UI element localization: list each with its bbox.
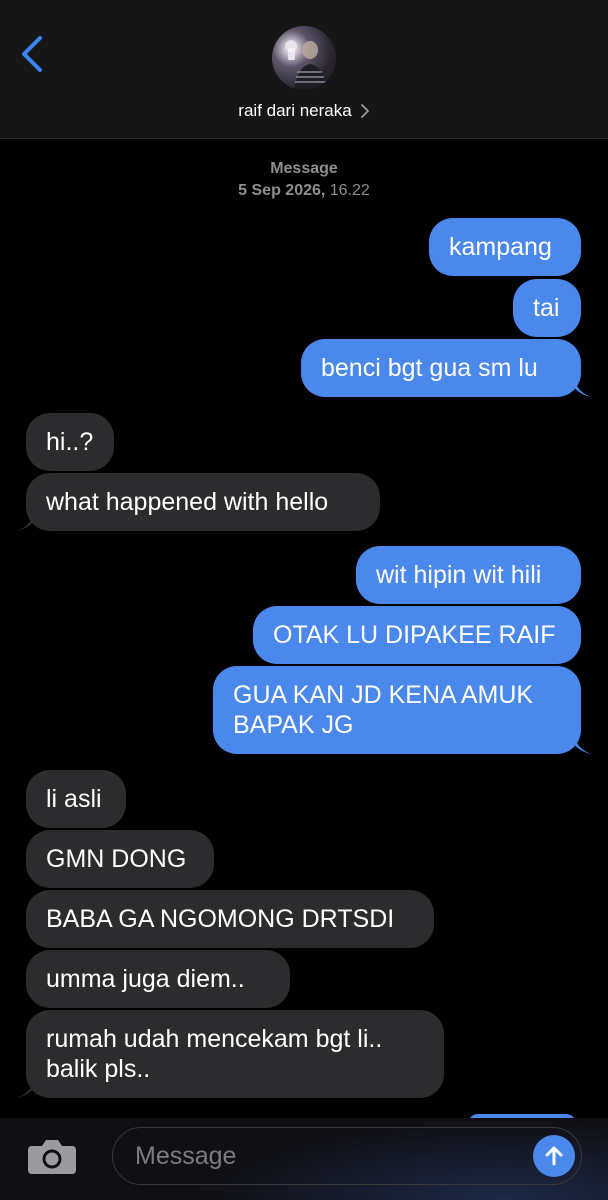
contact-name: raif dari neraka	[238, 101, 352, 120]
contact-avatar[interactable]	[272, 26, 336, 90]
received-message[interactable]: BABA GA NGOMONG DRTSDI	[26, 890, 434, 948]
bubble-tail	[574, 379, 592, 397]
back-button[interactable]	[14, 30, 54, 78]
sent-message[interactable]: benci bgt gua sm lu	[301, 339, 581, 397]
avatar-photo	[285, 40, 328, 90]
received-message[interactable]: li asli	[26, 770, 126, 828]
sent-message[interactable]: wit hipin wit hili	[356, 546, 581, 604]
sent-message[interactable]: kampang	[429, 218, 581, 276]
arrow-up-icon	[545, 1146, 563, 1166]
thread-timestamp: 5 Sep 2026, 16.22	[238, 182, 370, 199]
messages-screen: raif dari neraka Message 5 Sep 2026, 16.…	[0, 0, 608, 1200]
bubble-tail	[574, 736, 592, 754]
message-composer	[0, 1118, 608, 1200]
chevron-right-icon	[360, 104, 369, 118]
received-message[interactable]: umma juga diem..	[26, 950, 290, 1008]
contact-name-row[interactable]: raif dari neraka	[0, 99, 608, 123]
received-message[interactable]: GMN DONG	[26, 830, 214, 888]
received-message[interactable]: hi..?	[26, 413, 114, 471]
message-input[interactable]	[112, 1127, 582, 1185]
sent-message[interactable]: tai	[513, 279, 581, 337]
message-thread[interactable]: Message 5 Sep 2026, 16.22 kampang tai be…	[0, 139, 608, 1118]
camera-button[interactable]	[26, 1136, 78, 1176]
sent-message[interactable]: GUA KAN JD KENA AMUK BAPAK JG	[213, 666, 581, 754]
received-message[interactable]: what happened with hello	[26, 473, 380, 531]
chevron-left-icon	[22, 36, 42, 72]
received-message[interactable]: rumah udah mencekam bgt li.. balik pls..	[26, 1010, 444, 1098]
conversation-header: raif dari neraka	[0, 0, 608, 139]
camera-icon	[28, 1140, 76, 1174]
bubble-tail	[16, 513, 34, 531]
send-button[interactable]	[533, 1135, 575, 1177]
sent-message[interactable]: OTAK LU DIPAKEE RAIF	[253, 606, 581, 664]
thread-label: Message	[270, 160, 338, 177]
bubble-tail	[16, 1080, 34, 1098]
